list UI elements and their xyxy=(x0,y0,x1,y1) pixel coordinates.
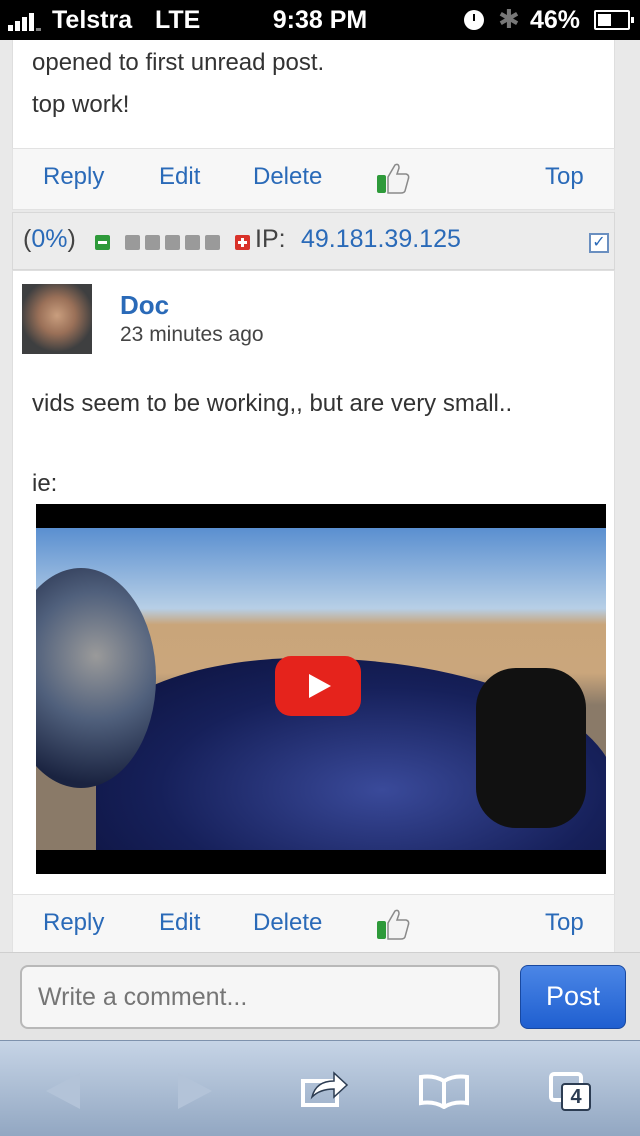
rating-dot-icon xyxy=(205,235,220,250)
reply-link[interactable]: Reply xyxy=(43,163,104,191)
post-body-line-1: vids seem to be working,, but are very s… xyxy=(32,390,513,417)
post-meta-bar: (0%) IP: 49.181.39.125 ✓ xyxy=(12,212,615,270)
previous-post: opened to first unread post. top work! xyxy=(12,40,615,150)
top-link[interactable]: Top xyxy=(545,909,584,937)
bluetooth-icon: ✱ xyxy=(498,4,520,34)
embedded-video[interactable] xyxy=(36,504,606,874)
ip-label: IP: xyxy=(255,225,286,253)
browser-toolbar xyxy=(0,1040,640,1136)
rating-dot-icon xyxy=(165,235,180,250)
battery-icon xyxy=(594,10,634,30)
ip-address-link[interactable]: 49.181.39.125 xyxy=(301,225,461,254)
rating-dot-icon xyxy=(145,235,160,250)
thumbs-up-icon[interactable] xyxy=(375,907,411,941)
previous-post-line-1: opened to first unread post. xyxy=(32,49,325,76)
thread-content: opened to first unread post. top work! R… xyxy=(0,40,640,952)
edit-link[interactable]: Edit xyxy=(159,163,200,191)
select-checkbox[interactable]: ✓ xyxy=(589,233,609,253)
post-timestamp: 23 minutes ago xyxy=(120,323,264,346)
tab-count-badge[interactable]: 4 xyxy=(561,1083,591,1111)
comment-bar: Post xyxy=(0,952,640,1040)
rating-dot-icon xyxy=(125,235,140,250)
post-body-line-2: ie: xyxy=(32,470,58,497)
bookmarks-icon[interactable] xyxy=(418,1073,470,1109)
approval-percent: (0%) xyxy=(23,225,76,253)
thumbs-up-icon[interactable] xyxy=(375,161,411,195)
post-button[interactable]: Post xyxy=(520,965,626,1029)
avatar[interactable] xyxy=(22,284,92,354)
delete-link[interactable]: Delete xyxy=(253,163,322,191)
forward-icon[interactable] xyxy=(178,1073,212,1109)
rating-dot-icon xyxy=(185,235,200,250)
post-author[interactable]: Doc xyxy=(120,290,169,321)
edit-link[interactable]: Edit xyxy=(159,909,200,937)
play-icon[interactable] xyxy=(275,656,361,716)
comment-input[interactable] xyxy=(20,965,500,1029)
vote-down-icon[interactable] xyxy=(95,235,110,250)
status-bar: Telstra LTE 9:38 PM ✱ 46% xyxy=(0,0,640,40)
battery-percent: 46% xyxy=(530,6,581,34)
delete-link[interactable]: Delete xyxy=(253,909,322,937)
vote-up-icon[interactable] xyxy=(235,235,250,250)
reply-link[interactable]: Reply xyxy=(43,909,104,937)
top-link[interactable]: Top xyxy=(545,163,584,191)
clock-icon xyxy=(464,10,484,30)
previous-post-actions: Reply Edit Delete Top xyxy=(12,148,615,210)
post-actions: Reply Edit Delete Top xyxy=(12,894,615,952)
previous-post-line-2: top work! xyxy=(32,91,130,118)
share-icon[interactable] xyxy=(300,1069,350,1109)
back-icon[interactable] xyxy=(46,1073,80,1109)
